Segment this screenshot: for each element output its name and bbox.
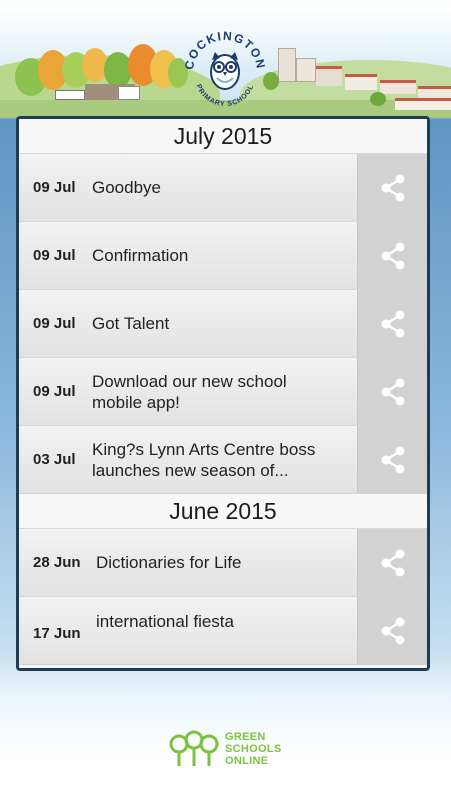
share-button[interactable] <box>357 154 427 221</box>
list-item[interactable]: 09 Jul Goodbye <box>19 154 427 222</box>
section-header-july: July 2015 <box>19 119 427 154</box>
share-icon <box>381 617 404 644</box>
owl-logo-icon: COCKINGTON PRIMARY SCHOOL <box>182 26 267 110</box>
news-title: Goodbye <box>92 178 161 197</box>
green-schools-logo-icon <box>169 730 219 766</box>
news-title: Dictionaries for Life <box>96 553 242 572</box>
list-item[interactable]: 09 Jul Got Talent <box>19 290 427 358</box>
news-item-body[interactable]: 03 Jul King?s Lynn Arts Centre boss laun… <box>19 426 357 493</box>
news-date: 09 Jul <box>33 179 76 196</box>
header-banner: COCKINGTON PRIMARY SCHOOL <box>0 0 451 118</box>
building <box>118 86 140 100</box>
footer-line-2: SCHOOLS <box>225 743 282 755</box>
news-date: 09 Jul <box>33 315 76 332</box>
list-item[interactable]: 28 Jun Dictionaries for Life <box>19 529 427 597</box>
news-item-body[interactable]: 09 Jul Download our new school mobile ap… <box>19 358 357 425</box>
footer-line-3: ONLINE <box>225 755 269 767</box>
news-title: Confirmation <box>92 246 189 265</box>
news-list: July 2015 09 Jul Goodbye 09 Jul Confirma… <box>16 116 430 671</box>
news-date: 17 Jun <box>33 625 81 642</box>
news-item-body[interactable]: 28 Jun Dictionaries for Life <box>19 529 357 596</box>
share-icon <box>381 242 404 269</box>
share-button[interactable] <box>357 290 427 357</box>
news-date: 09 Jul <box>33 247 76 264</box>
building <box>395 98 451 110</box>
news-title: Download our new school mobile app! <box>92 371 287 412</box>
building <box>345 74 377 90</box>
share-icon <box>381 174 404 201</box>
share-icon <box>381 310 404 337</box>
news-title: King?s Lynn Arts Centre boss launches ne… <box>92 439 316 480</box>
news-item-body[interactable]: 17 Jun international fiesta <box>19 597 357 664</box>
share-icon <box>381 378 404 405</box>
green-schools-logo: GREEN SCHOOLS ONLINE <box>169 728 299 770</box>
news-item-body[interactable]: 09 Jul Confirmation <box>19 222 357 289</box>
news-title: international fiesta <box>96 612 234 631</box>
share-button[interactable] <box>357 358 427 425</box>
footer-line-1: GREEN <box>225 731 266 743</box>
share-button[interactable] <box>357 597 427 664</box>
section-header-june: June 2015 <box>19 494 427 529</box>
building <box>278 48 296 82</box>
list-item[interactable]: 17 Jun international fiesta <box>19 597 427 665</box>
app-screen: COCKINGTON PRIMARY SCHOOL July 2015 09 J… <box>0 0 451 800</box>
share-button[interactable] <box>357 426 427 493</box>
news-date: 03 Jul <box>33 451 76 468</box>
news-item-body[interactable]: 09 Jul Got Talent <box>19 290 357 357</box>
share-icon <box>381 549 404 576</box>
building <box>380 80 416 94</box>
list-item[interactable]: 09 Jul Download our new school mobile ap… <box>19 358 427 426</box>
share-button[interactable] <box>357 222 427 289</box>
share-button[interactable] <box>357 529 427 596</box>
news-title: Got Talent <box>92 314 170 333</box>
building <box>296 58 316 82</box>
building <box>55 90 85 100</box>
news-item-body[interactable]: 09 Jul Goodbye <box>19 154 357 221</box>
tree <box>370 92 386 106</box>
news-date: 28 Jun <box>33 554 81 571</box>
building <box>316 66 342 86</box>
list-item[interactable]: 03 Jul King?s Lynn Arts Centre boss laun… <box>19 426 427 494</box>
list-item[interactable]: 09 Jul Confirmation <box>19 222 427 290</box>
news-date: 09 Jul <box>33 383 76 400</box>
share-icon <box>381 446 404 473</box>
